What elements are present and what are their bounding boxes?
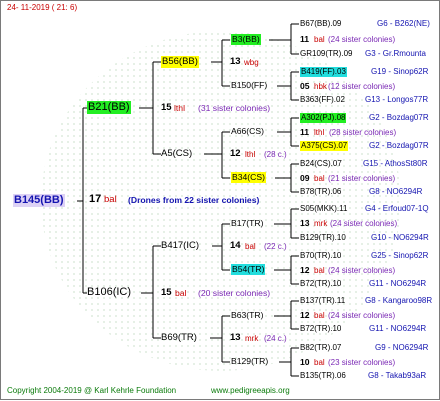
gen2-1-generation: 13 — [230, 56, 241, 67]
gen4-queen[interactable]: B137(TR).11 — [300, 297, 345, 305]
root-queen[interactable]: B145(BB) — [13, 194, 65, 207]
gen4-origin: G19 - Sinop62R — [371, 67, 429, 76]
gen4-origin: G2 - Bozdag07R — [369, 113, 429, 122]
gen1-a-note: (31 sister colonies) — [198, 103, 271, 113]
gen4-generation: 05 — [300, 81, 310, 91]
gen4-origin: G2 - Bozdag07R — [369, 141, 429, 150]
gen4-generation: 09 — [300, 173, 310, 183]
gen4-generation: 11 — [300, 34, 310, 44]
gen4-origin: G8 - Takab93aR — [368, 371, 427, 380]
gen4-queen[interactable]: B78(TR).06 — [300, 188, 341, 196]
gen4-origin: G25 - Sinop62R — [371, 251, 429, 260]
gen2-1-tag: wbg — [244, 58, 259, 67]
gen4-tag: hbk — [314, 82, 327, 91]
gen2-2-generation: 12 — [230, 148, 241, 159]
gen4-queen[interactable]: B135(TR).06 — [300, 372, 346, 380]
footer-site-link[interactable]: www.pedigreeapis.org — [211, 387, 290, 395]
gen4-queen[interactable]: B72(TR).10 — [300, 280, 341, 288]
root-drone-note: (Drones from 22 sister colonies) — [128, 195, 260, 205]
gen3-queen-4[interactable]: B34(CS) — [231, 172, 266, 183]
gen4-generation: 12 — [300, 310, 310, 320]
gen4-origin: G8 - Kangaroo98R — [365, 296, 433, 305]
gen2-4-note: (24 c.) — [264, 334, 287, 343]
pedigree-panel: 24- 11-2019 ( 21: 6) B145(BB) 17 bal (Dr… — [0, 0, 440, 400]
gen4-note: (12 sister colonies) — [328, 82, 396, 91]
gen4-tag: bal — [314, 311, 325, 320]
gen4-queen[interactable]: B129(TR).10 — [300, 234, 346, 242]
gen2-2-note: (28 c.) — [264, 150, 287, 159]
gen3-queen-5[interactable]: B17(TR) — [231, 219, 263, 228]
gen4-origin: G3 - Gr.Rmounta — [365, 49, 426, 58]
gen4-origin: G13 - Longos77R — [365, 95, 429, 104]
gen4-origin: G4 - Erfoud07-1Q — [365, 204, 429, 213]
gen4-queen[interactable]: B363(FF).02 — [300, 96, 345, 104]
gen4-queen[interactable]: A375(CS).07 — [300, 141, 349, 151]
gen4-origin: G6 - B262(NE) — [377, 19, 430, 28]
gen4-origin: G8 - NO6294R — [369, 187, 423, 196]
gen2-4-tag: mrk — [245, 334, 259, 343]
report-date: 24- 11-2019 ( 21: 6) — [7, 3, 78, 12]
gen4-queen[interactable]: B419(FF).03 — [300, 67, 347, 77]
gen2-queen-3[interactable]: B417(IC) — [161, 241, 199, 251]
root-breed-tag: bal — [104, 194, 117, 205]
gen4-queen[interactable]: B67(BB).09 — [300, 20, 341, 28]
gen4-note: (28 sister colonies) — [329, 128, 397, 137]
gen1-a-tag: lthl — [174, 103, 185, 113]
gen3-queen-3[interactable]: A66(CS) — [231, 127, 264, 136]
footer-copyright: Copyright 2004-2019 @ Karl Kehrle Founda… — [7, 386, 177, 395]
gen4-note: (21 sister colonies) — [328, 174, 396, 183]
gen4-tag: lthl — [314, 128, 325, 137]
gen3-queen-7[interactable]: B63(TR) — [231, 311, 263, 320]
gen3-queen-6[interactable]: B54(TR) — [231, 264, 266, 275]
gen4-queen[interactable]: B24(CS).07 — [300, 160, 342, 168]
gen1-b-generation: 15 — [161, 287, 172, 298]
gen4-queen[interactable]: B70(TR).10 — [300, 252, 341, 260]
gen2-queen-2[interactable]: A5(CS) — [161, 149, 192, 159]
gen4-tag: bal — [314, 266, 325, 275]
gen4-note: (24 sister colonies) — [330, 219, 398, 228]
gen4-queen[interactable]: B82(TR).07 — [300, 344, 341, 352]
gen4-note: (23 sister colonies) — [328, 358, 396, 367]
gen4-tag: bal — [314, 35, 325, 44]
gen4-note: (24 sister colonies) — [328, 35, 396, 44]
gen4-generation: 12 — [300, 265, 310, 275]
gen2-queen-4[interactable]: B69(TR) — [161, 333, 197, 343]
gen3-queen-8[interactable]: B129(TR) — [231, 357, 268, 366]
gen1-queen-a[interactable]: B21(BB) — [87, 101, 131, 114]
gen2-2-tag: lthl — [245, 150, 256, 159]
gen3-queen-1[interactable]: B3(BB) — [231, 34, 261, 45]
gen4-queen[interactable]: A302(PJ).08 — [300, 113, 347, 123]
gen4-tag: bal — [314, 174, 325, 183]
gen2-3-generation: 14 — [230, 240, 241, 251]
gen3-queen-2[interactable]: B150(FF) — [231, 81, 267, 90]
gen2-queen-1[interactable]: B56(BB) — [161, 56, 199, 68]
root-generation: 17 — [89, 193, 102, 205]
gen4-origin: G11 - NO6294R — [369, 324, 427, 333]
gen4-note: (24 sister colonies) — [328, 311, 396, 320]
gen2-3-note: (22 c.) — [264, 242, 287, 251]
gen1-a-generation: 15 — [161, 102, 172, 113]
gen4-tag: bal — [314, 358, 325, 367]
gen2-3-tag: bal — [245, 242, 256, 251]
gen4-origin: G11 - NO6294R — [369, 279, 427, 288]
gen4-queen[interactable]: S05(MKK).11 — [300, 205, 347, 213]
gen1-b-note: (20 sister colonies) — [198, 288, 271, 298]
gen4-note: (24 sister colonies) — [328, 266, 396, 275]
gen4-origin: G10 - NO6294R — [371, 233, 429, 242]
gen4-generation: 10 — [300, 357, 310, 367]
gen4-queen[interactable]: B72(TR).10 — [300, 325, 341, 333]
gen2-4-generation: 13 — [230, 332, 241, 343]
gen1-queen-b[interactable]: B106(IC) — [87, 287, 131, 298]
gen4-generation: 13 — [300, 218, 310, 228]
gen4-generation: 11 — [300, 127, 310, 137]
gen4-queen[interactable]: GR109(TR).09 — [300, 50, 352, 58]
gen4-origin: G9 - NO6294R — [375, 343, 429, 352]
gen1-b-tag: bal — [175, 288, 187, 298]
gen4-origin: G15 - AthosSt80R — [363, 159, 428, 168]
gen4-tag: mrk — [314, 219, 328, 228]
